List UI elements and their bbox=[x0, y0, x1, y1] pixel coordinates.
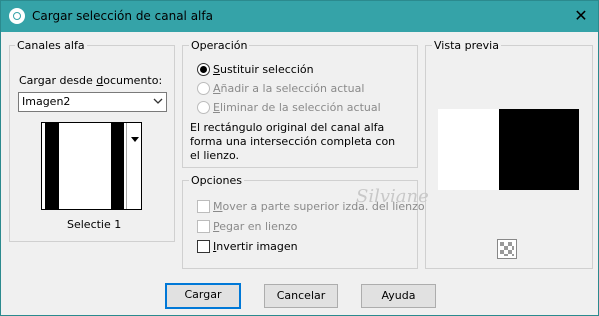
checkbox-pegar-label[interactable]: Pegar en lienzo bbox=[213, 220, 297, 233]
preview-black-region bbox=[499, 109, 579, 190]
load-label-pre: Cargar desde bbox=[19, 74, 97, 87]
radio-eliminar-text: liminar de la selección actual bbox=[219, 101, 381, 114]
radio-anadir-text: ñadir a la selección actual bbox=[220, 82, 365, 95]
document-select-value: Imagen2 bbox=[22, 95, 71, 108]
preview-image bbox=[438, 109, 579, 190]
checkbox-pegar-text: egar en lienzo bbox=[219, 220, 298, 233]
radio-eliminar[interactable] bbox=[197, 101, 210, 114]
checkbox-invertir[interactable] bbox=[197, 240, 210, 253]
watermark-signature: Silviane bbox=[356, 186, 429, 207]
radio-sustituir-label[interactable]: Sustituir selección bbox=[213, 63, 314, 76]
radio-anadir[interactable] bbox=[197, 82, 210, 95]
close-icon[interactable]: ✕ bbox=[567, 4, 595, 28]
channel-thumbnail-selector[interactable] bbox=[41, 122, 142, 210]
operation-note-line1: El rectángulo original del canal alfa bbox=[190, 121, 385, 134]
checkbox-invertir-text: nvertir imagen bbox=[216, 240, 298, 253]
opciones-legend: Opciones bbox=[189, 174, 244, 187]
operation-note-line2: forma una intersección completa con bbox=[190, 135, 396, 148]
psp-app-icon bbox=[9, 8, 25, 24]
channel-name-label: Selectie 1 bbox=[67, 218, 122, 231]
cargar-button[interactable]: Cargar bbox=[165, 283, 241, 309]
thumbnail-bar-left bbox=[45, 123, 59, 209]
radio-anadir-underline: A bbox=[213, 82, 221, 95]
load-label-post: ocumento: bbox=[103, 74, 163, 87]
vista-previa-legend: Vista previa bbox=[432, 39, 501, 52]
canales-alfa-legend: Canales alfa bbox=[15, 39, 87, 52]
radio-eliminar-label[interactable]: Eliminar de la selección actual bbox=[213, 101, 381, 114]
checkbox-mover-underline: M bbox=[213, 200, 223, 213]
radio-anadir-label[interactable]: Añadir a la selección actual bbox=[213, 82, 364, 95]
channel-thumbnail bbox=[42, 123, 126, 209]
operacion-legend: Operación bbox=[189, 39, 250, 52]
checkbox-pegar[interactable] bbox=[197, 220, 210, 233]
thumbnail-bar-right bbox=[111, 123, 124, 209]
checker-pattern-icon bbox=[500, 242, 514, 256]
radio-selected-dot bbox=[200, 66, 207, 73]
title-bar: Cargar selección de canal alfa ✕ bbox=[1, 1, 598, 32]
ayuda-button[interactable]: Ayuda bbox=[361, 284, 436, 308]
operation-note-line3: el lienzo. bbox=[190, 149, 239, 162]
document-select[interactable]: Imagen2 bbox=[18, 92, 167, 112]
radio-sustituir-underline: S bbox=[213, 63, 220, 76]
checker-zoom-icon[interactable] bbox=[497, 239, 517, 259]
dialog-window: Cargar selección de canal alfa ✕ Canales… bbox=[0, 0, 599, 316]
checkbox-mover[interactable] bbox=[197, 200, 210, 213]
radio-sustituir[interactable] bbox=[197, 63, 210, 76]
chevron-down-icon bbox=[153, 98, 163, 104]
radio-eliminar-underline: E bbox=[213, 101, 220, 114]
triangle-down-icon bbox=[131, 137, 139, 142]
cancelar-button[interactable]: Cancelar bbox=[264, 284, 338, 308]
thumbnail-dropdown-button[interactable] bbox=[126, 123, 141, 209]
checkbox-invertir-label[interactable]: Invertir imagen bbox=[213, 240, 298, 253]
radio-sustituir-text: ustituir selección bbox=[219, 63, 314, 76]
window-title: Cargar selección de canal alfa bbox=[32, 9, 213, 23]
load-from-document-label: Cargar desde documento: bbox=[19, 74, 162, 87]
